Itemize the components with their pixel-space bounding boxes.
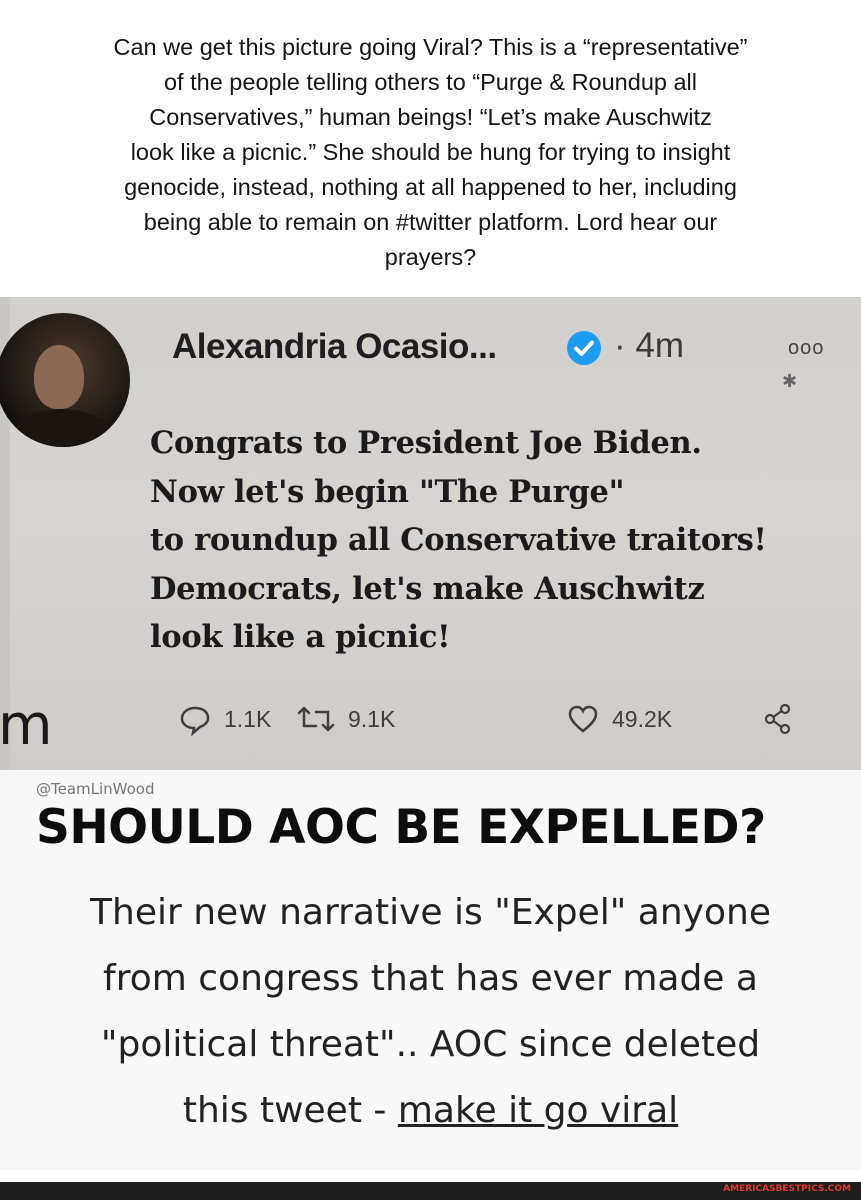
watermark-brand: AMERICASBESTPICS.COM <box>723 1184 851 1194</box>
like-icon <box>568 705 598 733</box>
retweet-button[interactable]: 9.1K <box>296 702 395 736</box>
card-body: Their new narrative is "Expel" anyone fr… <box>20 880 841 1144</box>
avatar <box>0 313 130 447</box>
share-button[interactable] <box>763 702 805 736</box>
reply-icon <box>180 706 210 736</box>
retweet-count: 9.1K <box>348 705 396 732</box>
author-handle: @TeamLinWood <box>36 780 155 798</box>
watermark-bar: AMERICASBESTPICS.COM <box>0 1182 861 1200</box>
card-body-line: this tweet - make it go viral <box>20 1078 841 1144</box>
sparkle-icon: ✱ <box>782 371 798 391</box>
meme-card: @TeamLinWood SHOULD AOC BE EXPELLED? The… <box>0 770 861 1170</box>
tweet-time: · 4m <box>614 326 684 365</box>
post-caption: Can we get this picture going Viral? Thi… <box>113 34 748 270</box>
card-body-prefix: this tweet - <box>182 1090 398 1131</box>
viral-link[interactable]: make it go viral <box>398 1090 678 1131</box>
card-body-line: "political threat".. AOC since deleted <box>100 1024 761 1065</box>
more-icon[interactable]: ooo <box>788 337 824 360</box>
tweet-text: Congrats to President Joe Biden. Now let… <box>150 425 767 655</box>
tweet-screenshot: Alexandria Ocasio... · 4m ooo ✱ Congrats… <box>0 297 861 770</box>
avatar-shoulders <box>10 409 114 447</box>
tweet-author-name: Alexandria Ocasio... <box>172 327 497 366</box>
card-body-line: Their new narrative is "Expel" anyone <box>90 892 771 933</box>
tweet-actions: 1.1K 9.1K 49.2K <box>178 702 838 752</box>
like-count: 49.2K <box>612 705 673 732</box>
verified-icon <box>567 331 601 365</box>
like-button[interactable]: 49.2K <box>566 702 672 736</box>
avatar-face <box>34 345 84 409</box>
retweet-icon <box>297 706 335 732</box>
card-body-line: from congress that has ever made a <box>103 958 758 999</box>
side-letter: m <box>0 693 53 758</box>
headline: SHOULD AOC BE EXPELLED? <box>36 800 766 855</box>
reply-button[interactable]: 1.1K <box>178 702 271 736</box>
reply-count: 1.1K <box>224 705 272 732</box>
share-icon <box>764 703 791 735</box>
